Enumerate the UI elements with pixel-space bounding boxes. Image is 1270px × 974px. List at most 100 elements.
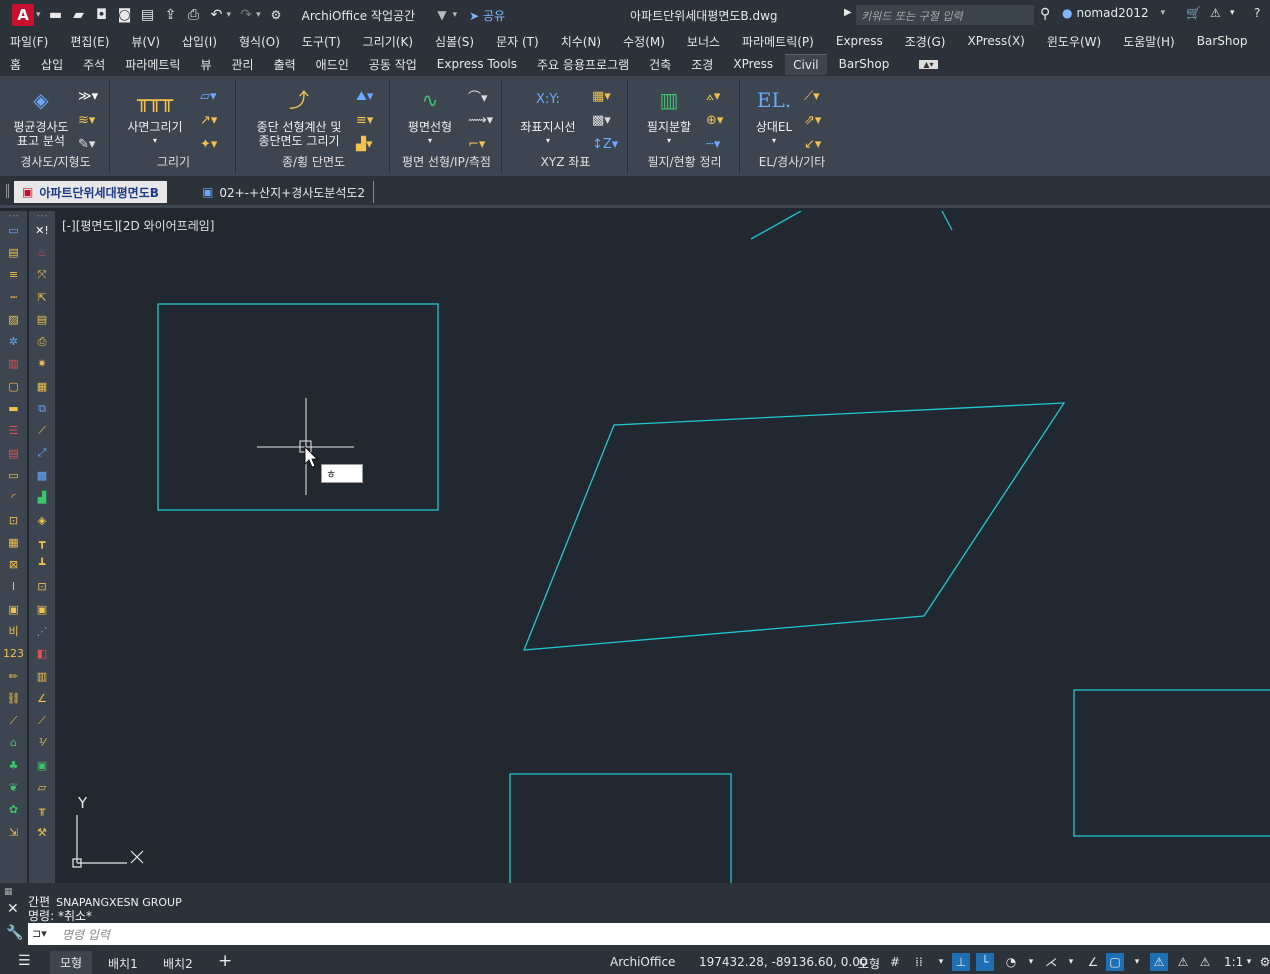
list-icon[interactable]: ≡ — [0, 264, 27, 286]
save-as-icon[interactable]: ◙ — [117, 7, 133, 23]
layout-icon[interactable]: ▥ — [29, 665, 55, 687]
tab-collaborate[interactable]: 공동 작업 — [369, 53, 417, 76]
menu-landscape[interactable]: 조경(G) — [905, 33, 946, 50]
copy-icon[interactable]: ⧉ — [29, 397, 55, 419]
menu-view[interactable]: 뷰(V) — [131, 33, 160, 50]
tab-architecture[interactable]: 건축 — [649, 53, 671, 76]
plot-icon[interactable]: ⎙ — [186, 7, 202, 23]
model-tab[interactable]: 모형 — [50, 951, 93, 974]
isodraft-icon[interactable]: ⋌ — [1042, 953, 1060, 971]
annotation-visibility-icon[interactable]: ⚠ — [1150, 953, 1168, 971]
plane-alignment-button[interactable]: ∿ 평면선형 ▾ — [396, 84, 464, 148]
grid-calc-icon[interactable]: ▦ — [29, 375, 55, 397]
drawing-canvas[interactable]: [-][평면도][2D 와이어프레임] ㅎ Y — [57, 211, 1270, 883]
redo-chevron-icon[interactable]: ▾ — [256, 10, 261, 20]
stairs-icon[interactable]: ▦ — [0, 531, 27, 553]
number-icon[interactable]: 123 — [0, 643, 27, 665]
station-icon[interactable]: ⟿▾ — [468, 108, 498, 132]
arc-icon[interactable]: ⌒▾ — [468, 84, 498, 108]
isodraft-chevron-icon[interactable]: ▾ — [1062, 953, 1080, 971]
menu-symbol[interactable]: 심볼(S) — [435, 33, 474, 50]
layout1-tab[interactable]: 배치1 — [108, 955, 138, 972]
layer-icon[interactable]: ▭ — [0, 219, 27, 241]
menu-format[interactable]: 형식(O) — [239, 33, 280, 50]
search-input[interactable]: 키워드 또는 구절 입력 — [856, 5, 1034, 25]
stack-icon[interactable]: ☰ — [0, 420, 27, 442]
pencil-icon[interactable]: ✏ — [0, 665, 27, 687]
infer-constraints-icon[interactable]: ⊥ — [952, 953, 970, 971]
tab-view[interactable]: 뷰 — [200, 53, 211, 76]
eraser-icon[interactable]: ◧ — [29, 643, 55, 665]
table-edit-icon[interactable]: ▤ — [29, 308, 55, 330]
print-icon[interactable]: ⎙ — [29, 330, 55, 352]
frame-icon[interactable]: ▢ — [0, 375, 27, 397]
save-icon[interactable]: ◘ — [94, 7, 110, 23]
box-x-icon[interactable]: ⊠ — [0, 553, 27, 575]
dimension-icon[interactable]: ▤ — [0, 442, 27, 464]
menu-xpress[interactable]: XPress(X) — [967, 34, 1024, 48]
hamburger-icon[interactable]: ☰ — [18, 953, 31, 969]
undo-icon[interactable]: ↶ — [209, 7, 225, 23]
measure-icon[interactable]: ⟋ — [0, 710, 27, 732]
command-prompt-icon[interactable]: ⊐▾ — [32, 927, 47, 940]
relative-el-button[interactable]: EL. 상대EL ▾ — [746, 84, 802, 148]
tab-home[interactable]: 홈 — [10, 53, 21, 76]
settings-gear-icon[interactable]: ⚙ — [1256, 953, 1270, 971]
cursor-coordinates[interactable]: 197432.28, -89136.60, 0.00 — [699, 955, 867, 969]
user-account[interactable]: ● nomad2012 ▾ — [1062, 6, 1165, 20]
ribbon-minimize-icon[interactable]: ▲▾ — [919, 59, 938, 69]
diamond-icon[interactable]: ◈ — [29, 509, 55, 531]
north-arrow-icon[interactable]: ↗▾ — [200, 108, 230, 132]
annotation-scale-icon[interactable]: ⚠ — [1196, 953, 1214, 971]
app-logo-icon[interactable]: A — [12, 4, 34, 26]
menu-insert[interactable]: 삽입(I) — [182, 33, 217, 50]
text-i-icon[interactable]: Ι — [0, 576, 27, 598]
cross-section-icon[interactable]: ⚒ — [29, 821, 55, 843]
tab-insert[interactable]: 삽입 — [41, 53, 63, 76]
doc-tab-2[interactable]: ▣ 02+-+산지+경사도분석도2 — [194, 181, 375, 203]
expand-arrow-icon[interactable]: ▶ — [844, 7, 852, 18]
menu-modify[interactable]: 수정(M) — [623, 33, 665, 50]
slope-arrow-icon[interactable]: ⇗▾ — [804, 108, 834, 132]
window-icon[interactable]: ⊡ — [0, 509, 27, 531]
scale-bar-icon[interactable]: ┳ — [29, 531, 55, 553]
purge-icon[interactable]: ♨ — [29, 241, 55, 263]
bar-graph-icon[interactable]: ▟ — [29, 487, 55, 509]
layout2-tab[interactable]: 배치2 — [163, 955, 193, 972]
contour-icon[interactable]: ≫▾ — [78, 84, 108, 108]
slope-line-icon[interactable]: ⟋ — [29, 710, 55, 732]
snap-chevron-icon[interactable]: ▾ — [932, 953, 950, 971]
tab-xpress[interactable]: XPress — [733, 54, 773, 74]
group-icon[interactable]: ✿ — [0, 799, 27, 821]
menu-text[interactable]: 문자 (T) — [496, 33, 539, 50]
polar-chevron-icon[interactable]: ▾ — [1022, 953, 1040, 971]
cart-icon[interactable]: 🛒 — [1186, 6, 1201, 20]
polygon-icon[interactable]: ▱▾ — [200, 84, 230, 108]
chain-icon[interactable]: ⛓ — [0, 687, 27, 709]
xyz-move-icon[interactable]: ⤧ — [29, 264, 55, 286]
cut-fill-icon[interactable]: ╥ — [29, 799, 55, 821]
matrix-icon[interactable]: ▩ — [29, 464, 55, 486]
coord-table-icon[interactable]: ▦▾ — [592, 84, 622, 108]
polygon-tool-icon[interactable]: ▱ — [29, 776, 55, 798]
redo-icon[interactable]: ↷ — [238, 7, 254, 23]
undo-chevron-icon[interactable]: ▾ — [227, 10, 232, 20]
add-layout-icon[interactable]: + — [218, 951, 232, 971]
osnap-chevron-icon[interactable]: ▾ — [1128, 953, 1146, 971]
close-all-icon[interactable]: ✕! — [29, 219, 55, 241]
menu-edit[interactable]: 편집(E) — [70, 33, 109, 50]
text-style-icon[interactable]: ▤ — [0, 241, 27, 263]
search-icon[interactable]: ⚲ — [1040, 6, 1050, 22]
tab-barshop[interactable]: BarShop — [839, 54, 890, 74]
osnap-icon[interactable]: ▢ — [1106, 953, 1124, 971]
grid-icon[interactable]: # — [886, 953, 904, 971]
door-icon[interactable]: ◜ — [0, 487, 27, 509]
save-block-icon[interactable]: ▣ — [29, 754, 55, 776]
dynamic-input-field[interactable]: ㅎ — [321, 464, 363, 483]
tab-manage[interactable]: 관리 — [231, 53, 253, 76]
new-file-icon[interactable]: ▬ — [48, 7, 64, 23]
menu-window[interactable]: 윈도우(W) — [1047, 33, 1101, 50]
ruler-icon[interactable]: ▬ — [0, 397, 27, 419]
terrain-section-icon[interactable]: ⛰▾ — [356, 84, 386, 108]
plant-icon[interactable]: ❦ — [0, 776, 27, 798]
